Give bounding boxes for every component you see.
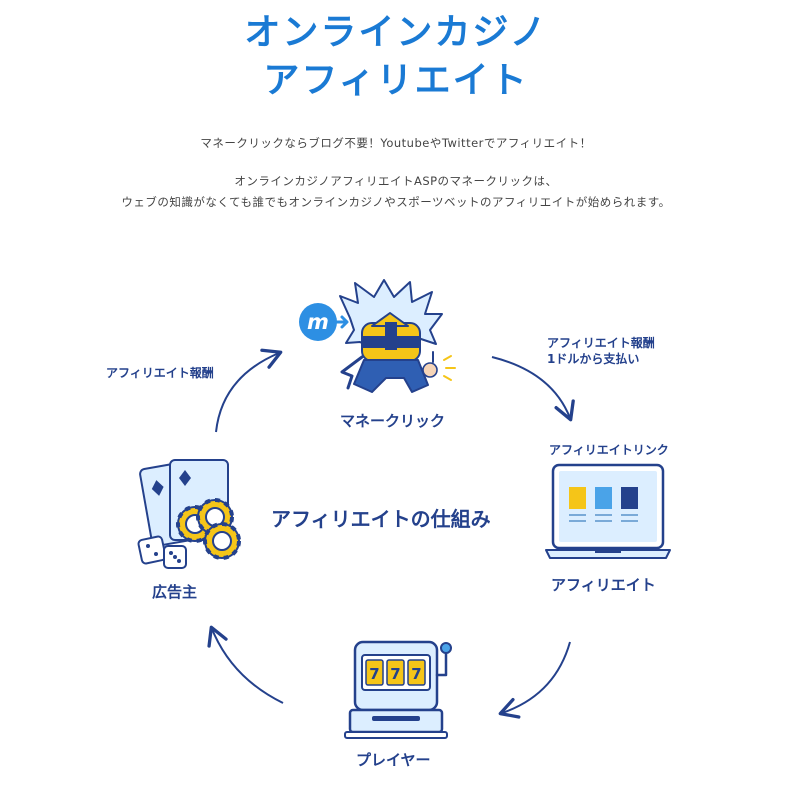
affiliate-diagram: m 7 7 7	[137, 279, 671, 739]
laptop-icon	[545, 463, 671, 559]
node-label-advertiser: 広告主	[152, 583, 198, 601]
arrow-player-to-advertiser	[207, 625, 284, 704]
arrow-moneyclick-to-affiliate	[491, 356, 575, 422]
mascot-character-icon	[339, 279, 456, 393]
moneyclick-logo-icon: m	[299, 303, 349, 341]
node-label-moneyclick: マネークリック	[340, 412, 446, 430]
slot-reel-1: 7	[369, 665, 379, 683]
edge-label-reward: アフィリエイト報酬	[106, 366, 214, 380]
svg-text:m: m	[307, 310, 329, 334]
advertiser-casino-icon	[137, 459, 241, 569]
slot-reel-3: 7	[411, 665, 421, 683]
diagram-center-title: アフィリエイトの仕組み	[271, 507, 491, 531]
node-label-affiliate: アフィリエイト	[551, 576, 656, 594]
edge-label-reward-line2: 1ドルから支払い	[547, 352, 640, 366]
edge-label-affiliate-link: アフィリエイトリンク	[549, 443, 669, 457]
arrow-affiliate-to-player	[498, 641, 571, 719]
slot-machine-icon: 7 7 7	[344, 640, 452, 739]
slot-reel-2: 7	[390, 665, 400, 683]
arrow-advertiser-to-moneyclick	[215, 348, 283, 433]
edge-label-reward-line1: アフィリエイト報酬	[547, 336, 655, 350]
node-label-player: プレイヤー	[356, 751, 431, 769]
